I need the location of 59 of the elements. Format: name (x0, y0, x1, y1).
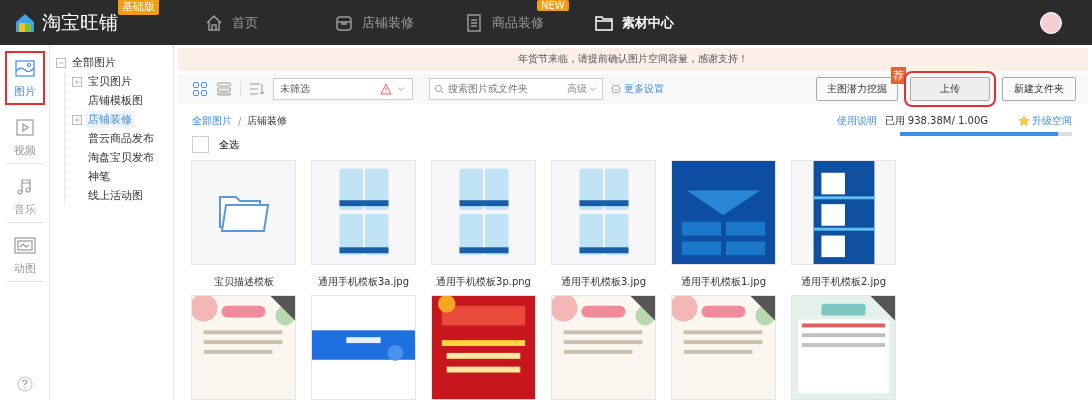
filter-dropdown[interactable]: 未筛选 (273, 77, 413, 100)
advanced-dropdown[interactable]: 高级 (567, 81, 598, 96)
new-badge: NEW (537, 0, 569, 11)
tree-item[interactable]: 店铺模板图 (86, 92, 145, 109)
grid-view-icon[interactable] (192, 80, 208, 97)
image-icon (13, 57, 36, 79)
app-logo: 淘宝旺铺 (42, 9, 118, 35)
checkbox-label: 全选 (219, 137, 239, 152)
plus-box-icon[interactable] (72, 76, 82, 87)
storage-usage: 已用 938.38M/ 1.00G (884, 114, 988, 128)
plus-box-icon[interactable] (72, 114, 82, 125)
help-icon[interactable] (16, 376, 33, 392)
sidebar-item[interactable]: 动图 (4, 228, 45, 282)
folder-tile[interactable] (191, 160, 296, 265)
breadcrumb-item: 店铺装修 (247, 114, 288, 128)
file-name: 通用手机模板3p.png (436, 275, 531, 289)
tree-item[interactable]: 线上活动图 (86, 187, 145, 204)
avatar[interactable] (1040, 11, 1062, 34)
edition-badge: 基础版 (118, 0, 159, 15)
tree-item[interactable]: 宝贝图片 (86, 73, 134, 90)
sidebar-item[interactable]: 音乐 (4, 169, 45, 223)
upgrade-link[interactable]: 升级空间 (1018, 114, 1072, 128)
tree-item[interactable]: 店铺装修 (86, 111, 134, 128)
home-icon (204, 12, 224, 33)
image-icon (13, 235, 36, 256)
more-settings-link[interactable]: 更多设置 (611, 81, 664, 96)
tree-item[interactable]: 神笔 (86, 168, 112, 185)
search-icon (434, 83, 444, 94)
tree-item[interactable]: 淘盘宝贝发布 (86, 149, 156, 166)
tree-item[interactable]: 全部图片 (70, 54, 118, 71)
file-name: 宝贝描述模板 (213, 275, 274, 289)
document-icon (464, 12, 484, 33)
notice-text: 年货节来临，请提前确认图片空间容量，感谢支持！ (178, 48, 1088, 71)
minus-box-icon[interactable] (56, 57, 66, 68)
file-name: 通用手机模板3a.jpg (317, 275, 410, 289)
nav-tab[interactable]: 素材中心 (574, 0, 704, 45)
help-link[interactable]: 使用说明 (836, 114, 877, 128)
nav-tab[interactable]: 首页 (184, 0, 314, 45)
sort-icon[interactable] (249, 80, 265, 97)
file-name: 通用手机模板3.jpg (561, 275, 646, 289)
warning-icon (380, 82, 392, 95)
star-icon (1018, 115, 1030, 127)
file-name: 通用手机模板2.jpg (801, 275, 886, 289)
checkbox[interactable] (192, 136, 209, 153)
list-view-icon[interactable] (216, 80, 232, 97)
search-field[interactable]: 搜索图片或文件夹 高级 (429, 77, 603, 100)
search-input[interactable]: 搜索图片或文件夹 (448, 83, 563, 95)
toolbar-button[interactable]: 新建文件夹 (1002, 76, 1076, 101)
breadcrumb-separator: / (238, 115, 242, 127)
nav-tab[interactable]: 店铺装修 (314, 0, 444, 45)
select-all-checkbox[interactable]: 全选 (192, 136, 288, 153)
sidebar-item[interactable]: 视频 (4, 110, 45, 164)
house-logo-icon (14, 11, 36, 34)
sidebar-item[interactable]: 图片 (4, 51, 45, 105)
tree-item[interactable]: 普云商品发布 (86, 130, 156, 147)
chevron-circle-icon (611, 83, 621, 94)
breadcrumb-item[interactable]: 全部图片 (192, 114, 232, 128)
file-name: 通用手机模板1.jpg (681, 275, 766, 289)
play-icon (13, 117, 36, 138)
